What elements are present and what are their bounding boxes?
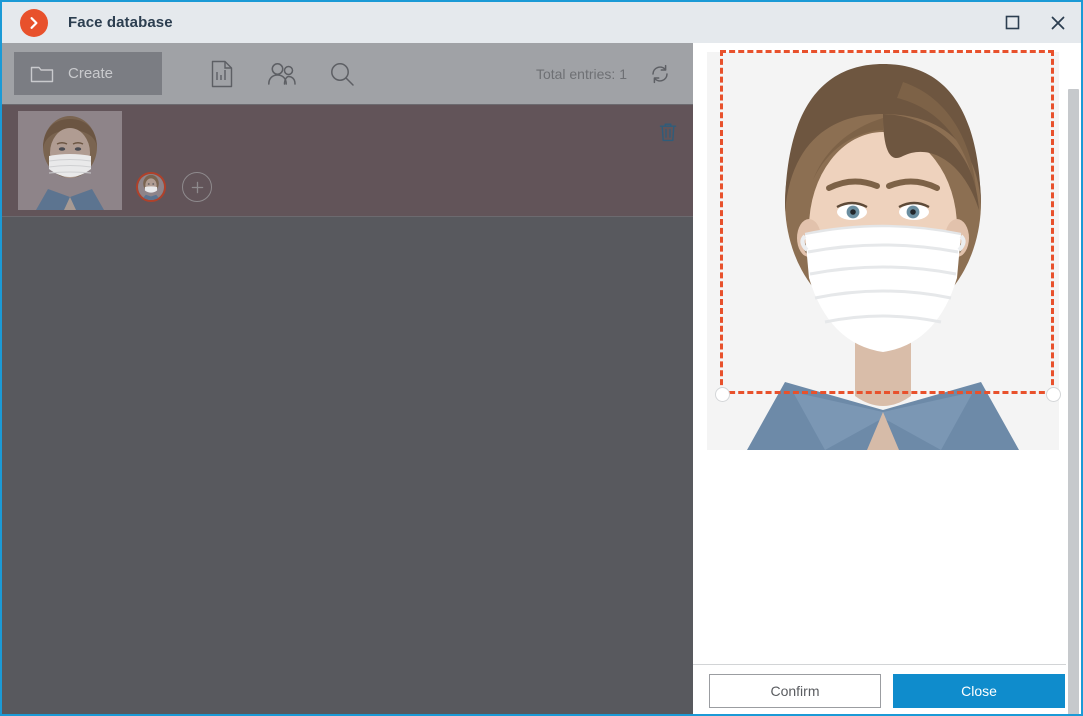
- create-button[interactable]: Create: [14, 52, 162, 95]
- face-chip-photo: [138, 174, 164, 200]
- page-title: Face database: [68, 14, 173, 31]
- face-detail-panel: Face not recognized. Replace photo SAMPL…: [693, 43, 1081, 714]
- close-icon[interactable]: [1035, 2, 1081, 43]
- dialog-footer: Confirm Close: [693, 664, 1081, 714]
- table-row[interactable]: [2, 104, 693, 217]
- detected-faces: [136, 111, 212, 210]
- window-controls: [989, 2, 1081, 43]
- scrollbar-thumb[interactable]: [1068, 89, 1079, 714]
- maximize-icon[interactable]: [989, 2, 1035, 43]
- folder-icon: [30, 64, 54, 84]
- close-button[interactable]: Close: [893, 674, 1065, 708]
- face-chip[interactable]: [136, 172, 166, 202]
- scrollbar-track[interactable]: [1066, 43, 1081, 714]
- face-database-window: Face database Create Total entries: 1 Co…: [0, 0, 1083, 716]
- entries-panel: Create Total entries: 1: [2, 43, 693, 714]
- crop-handle-bottom-right[interactable]: [1046, 387, 1061, 402]
- people-icon[interactable]: [260, 52, 304, 96]
- trash-icon[interactable]: [655, 119, 681, 145]
- search-icon[interactable]: [320, 52, 364, 96]
- entries-list: [2, 104, 693, 714]
- toolbar: Create Total entries: 1: [2, 43, 693, 104]
- total-entries-label: Total entries: 1: [535, 65, 627, 82]
- report-document-icon[interactable]: [200, 52, 244, 96]
- entry-thumbnail[interactable]: [18, 111, 122, 210]
- photo-preview[interactable]: [707, 52, 1059, 450]
- create-button-label: Create: [68, 65, 114, 82]
- refresh-icon[interactable]: [639, 53, 681, 95]
- title-bar: Face database: [2, 2, 1081, 43]
- plus-circle-icon[interactable]: [182, 172, 212, 202]
- masked-woman-photo-large: [707, 52, 1059, 450]
- crop-handle-bottom-left[interactable]: [715, 387, 730, 402]
- confirm-button[interactable]: Confirm: [709, 674, 881, 708]
- chevron-right-circle-icon: [20, 8, 48, 37]
- masked-woman-photo: [18, 111, 122, 210]
